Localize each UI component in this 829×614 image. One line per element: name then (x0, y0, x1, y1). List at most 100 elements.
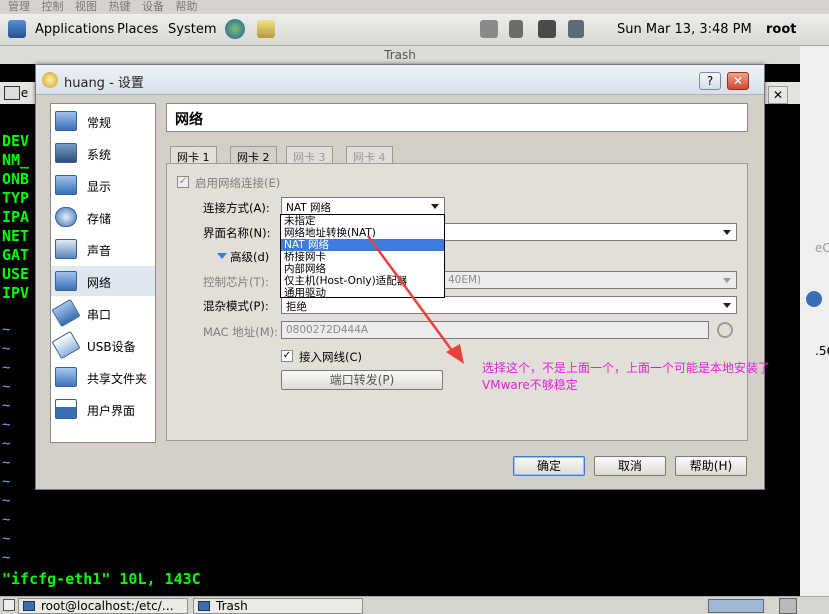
close-dialog-button[interactable]: ✕ (727, 72, 749, 90)
ok-button[interactable]: 确定 (513, 456, 585, 476)
chevron-down-icon (723, 303, 731, 308)
promiscuous-label: 混杂模式(P): (203, 299, 269, 313)
volume-icon[interactable] (509, 20, 523, 38)
host-menu-item[interactable]: 热键 (109, 1, 131, 13)
sidebar-item-label: 网络 (87, 276, 112, 290)
refresh-mac-icon[interactable] (717, 322, 733, 338)
attached-to-select[interactable]: NAT 网络 (281, 197, 445, 215)
sidebar-item-system[interactable]: 系统 (51, 138, 155, 168)
attached-to-value: NAT 网络 (286, 202, 331, 214)
dialog-titlebar[interactable]: huang - 设置 ? ✕ (36, 65, 764, 95)
tab-adapter-3[interactable]: 网卡 3 (286, 146, 333, 164)
display-status-icon[interactable] (538, 20, 556, 38)
panel-clock[interactable]: Sun Mar 13, 3:48 PM (617, 22, 752, 37)
sidebar-item-audio[interactable]: 声音 (51, 234, 155, 264)
sidebar-item-shared-folders[interactable]: 共享文件夹 (51, 362, 155, 392)
sidebar-item-label: 系统 (87, 148, 112, 162)
applications-menu[interactable]: Applications (35, 22, 114, 37)
editor-icon[interactable] (257, 20, 275, 38)
places-menu[interactable]: Places (117, 22, 158, 37)
dropdown-option[interactable]: 未指定 (281, 215, 444, 227)
sidebar-item-general[interactable]: 常规 (51, 106, 155, 136)
terminal-icon (4, 86, 20, 100)
disk-icon (55, 207, 77, 227)
cable-connected-checkbox[interactable]: ✓ (281, 350, 293, 362)
mac-label: MAC 地址(M): (203, 325, 279, 339)
settings-sidebar: 常规 系统 显示 存储 声音 网络 串口 USB设备 共享文件夹 用户界面 (50, 103, 156, 443)
trash-applet-icon[interactable] (779, 598, 797, 614)
device-status-icon[interactable] (568, 20, 584, 38)
network-status-icon[interactable] (480, 20, 498, 38)
promiscuous-value: 拒绝 (286, 301, 307, 313)
sidebar-item-storage[interactable]: 存储 (51, 202, 155, 232)
terminal-line: TYP (2, 189, 30, 207)
expand-triangle-icon[interactable] (217, 253, 227, 259)
serial-icon (51, 298, 81, 328)
host-menu-item[interactable]: 控制 (42, 1, 64, 13)
sidebar-item-label: 用户界面 (87, 404, 136, 418)
usb-icon (51, 330, 81, 360)
window-icon (55, 399, 77, 419)
terminal-line: USE (2, 265, 30, 283)
terminal-tilde: ~ (2, 398, 11, 414)
terminal-tilde: ~ (2, 531, 11, 547)
help-title-button[interactable]: ? (699, 72, 721, 90)
terminal-line: GAT (2, 246, 30, 264)
system-menu[interactable]: System (168, 22, 216, 37)
host-menu-item[interactable]: 管理 (8, 1, 30, 13)
info-icon (806, 291, 822, 307)
advanced-toggle[interactable]: 高级(d) (230, 249, 269, 265)
sidebar-item-label: USB设备 (87, 340, 136, 354)
annotation-text: 选择这个，不是上面一个，上面一个可能是本地安装了 VMware不够稳定 (482, 360, 802, 394)
task-terminal[interactable]: root@localhost:/etc/… (18, 598, 188, 614)
browser-icon[interactable] (225, 19, 245, 39)
sidebar-item-label: 共享文件夹 (87, 372, 148, 386)
sidebar-item-usb[interactable]: USB设备 (51, 330, 155, 360)
speaker-icon (55, 239, 77, 259)
terminal-tilde: ~ (2, 512, 11, 528)
task-trash[interactable]: Trash (193, 598, 363, 614)
trash-window-title: Trash (0, 46, 800, 64)
chip-icon (55, 143, 77, 163)
host-menu-item[interactable]: 视图 (75, 1, 97, 13)
attached-to-label: 连接方式(A): (203, 201, 270, 215)
task-label: Trash (216, 599, 248, 613)
show-desktop-icon[interactable] (3, 599, 15, 611)
tab-adapter-2[interactable]: 网卡 2 (230, 146, 277, 164)
annotation-line: VMware不够稳定 (482, 378, 578, 392)
host-menu-item[interactable]: 设备 (142, 1, 164, 13)
sidebar-item-label: 存储 (87, 212, 112, 226)
sidebar-item-serial[interactable]: 串口 (51, 298, 155, 328)
sidebar-item-display[interactable]: 显示 (51, 170, 155, 200)
terminal-tilde: ~ (2, 493, 11, 509)
enable-adapter-checkbox[interactable]: ✓ (177, 176, 189, 188)
port-forwarding-button[interactable]: 端口转发(P) (281, 370, 443, 390)
terminal-tilde: ~ (2, 550, 11, 566)
adapter-type-label: 控制芯片(T): (203, 275, 269, 289)
display-icon (55, 175, 77, 195)
workspace-switcher[interactable] (708, 599, 764, 613)
task-label: root@localhost:/etc/… (41, 599, 174, 613)
gnome-top-panel: Applications Places System Sun Mar 13, 3… (0, 14, 829, 46)
tab-adapter-4[interactable]: 网卡 4 (346, 146, 393, 164)
cable-connected-label: 接入网线(C) (299, 350, 363, 364)
close-icon[interactable]: ✕ (768, 86, 788, 104)
right-window-text: eC (815, 241, 829, 255)
terminal-tilde: ~ (2, 436, 11, 452)
terminal-tilde: ~ (2, 379, 11, 395)
sidebar-item-network[interactable]: 网络 (51, 266, 155, 296)
mac-address-field[interactable]: 0800272D444A (281, 321, 709, 339)
host-menu-item[interactable]: 帮助 (176, 1, 198, 13)
bottom-taskbar: root@localhost:/etc/… Trash (0, 596, 829, 614)
terminal-line: NET (2, 227, 30, 245)
background-window-right: ✕ eC .56 (768, 46, 829, 596)
help-button[interactable]: 帮助(H) (675, 456, 747, 476)
terminal-tilde: ~ (2, 417, 11, 433)
annotation-line: 选择这个，不是上面一个，上面一个可能是本地安装了 (482, 361, 771, 375)
applications-icon[interactable] (8, 20, 26, 38)
cancel-button[interactable]: 取消 (594, 456, 666, 476)
name-label: 界面名称(N): (203, 226, 271, 240)
sidebar-item-user-interface[interactable]: 用户界面 (51, 394, 155, 424)
panel-user[interactable]: root (766, 22, 797, 37)
section-title: 网络 (175, 112, 203, 128)
